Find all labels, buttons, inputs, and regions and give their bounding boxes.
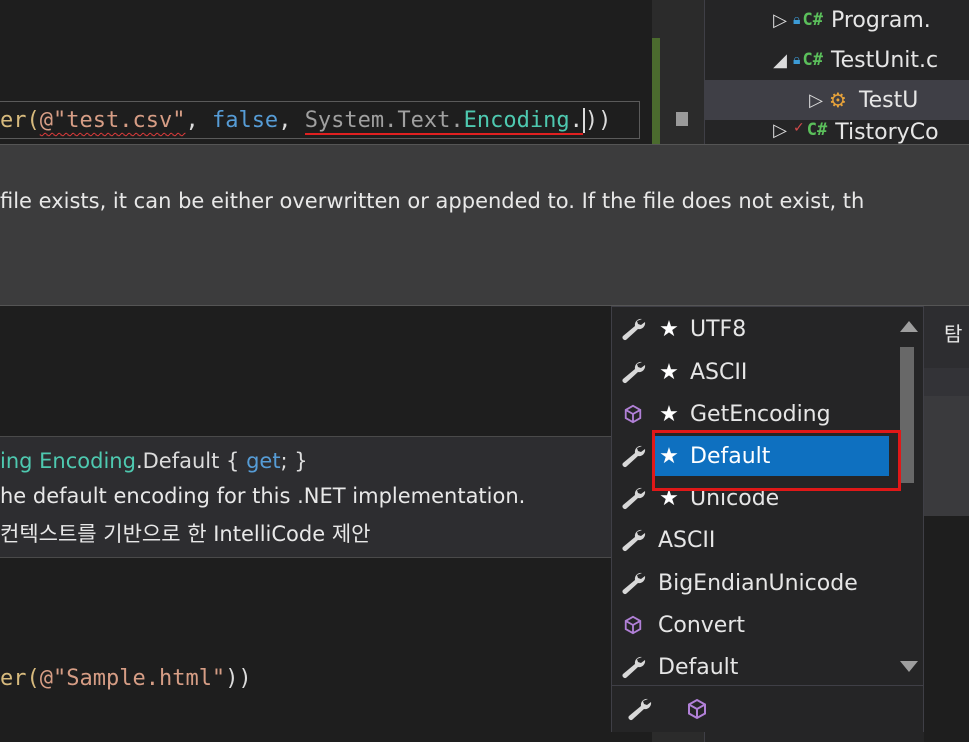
tree-item-label: TistoryCo [835,120,939,144]
scrollbar-thumb[interactable] [676,112,688,126]
code-line-current[interactable]: er(@"test.csv", false, System.Text.Encod… [0,101,640,139]
annotation-highlight-box [652,430,901,491]
lock-icon: 🔒︎ [793,52,801,68]
quick-info-signature: ing Encoding.Default { get; } [0,449,308,473]
csharp-file-icon: C# [806,120,828,140]
signature-help-tooltip: file exists, it can be either overwritte… [0,144,969,306]
wrench-icon [614,359,652,385]
completion-item-label: BigEndianUnicode [658,570,858,596]
intellicode-star-icon: ★ [659,401,679,427]
filter-methods-cube-icon[interactable] [686,698,708,724]
checkmark-icon: ✓ [793,120,805,136]
namespace-system-text: System.Text. [304,108,464,133]
completion-item-getencoding-starred[interactable]: ★ GetEncoding [614,394,889,434]
csharp-file-icon: C# [802,10,823,30]
filter-properties-wrench-icon[interactable] [624,696,654,726]
completion-item-label: UTF8 [690,316,747,342]
change-indicator-bar [652,38,660,144]
scrollbar-thumb[interactable] [900,347,914,483]
panel-title-fragment: 탐 [944,322,963,346]
panel-band [924,516,969,742]
csharp-file-icon: C# [802,50,823,70]
completion-filter-bar [612,685,923,732]
completion-scrollbar[interactable] [895,311,919,683]
quick-info-description: he default encoding for this .NET implem… [0,484,526,508]
completion-item-ascii-starred[interactable]: ★ ASCII [614,352,889,392]
quick-info-intellicode-note: 컨텍스트를 기반으로 한 IntelliCode 제안 [0,522,371,546]
lock-icon: 🔒︎ [793,12,801,28]
panel-band [924,368,969,396]
expand-arrow-icon[interactable]: ▷ [767,120,793,141]
completion-item-label: ASCII [658,527,716,553]
type-encoding: Encoding [463,108,570,133]
completion-item-convert[interactable]: Convert [614,605,889,645]
wrench-icon [614,570,652,596]
quick-info-tooltip: ing Encoding.Default { get; } he default… [0,436,612,558]
completion-item-label: GetEncoding [690,401,831,427]
wrench-icon [614,443,652,469]
completion-item-ascii[interactable]: ASCII [614,520,889,560]
code-line-sample[interactable]: er(@"Sample.html")) [0,666,252,691]
keyword-false: false [211,108,279,133]
wrench-icon [614,316,652,342]
tree-item-testunit[interactable]: ◢ 🔒︎ C# TestUnit.c [705,40,969,80]
completion-item-bigendianunicode[interactable]: BigEndianUnicode [614,563,889,603]
tree-item-tistory[interactable]: ▷ ✓ C# TistoryCo [705,120,969,144]
completion-item-label: Convert [658,612,745,638]
intellisense-completion-list[interactable]: ★ UTF8 ★ ASCII ★ GetEncoding ★ Default ★ Unicode A… [611,306,924,732]
cube-icon [614,615,652,635]
wrench-icon [614,654,652,680]
method-call-fragment: er( [0,108,40,133]
completion-item-default[interactable]: Default [614,647,889,687]
tree-item-program[interactable]: ▷ 🔒︎ C# Program. [705,0,969,40]
code-editor[interactable]: er(@"test.csv", false, System.Text.Encod… [0,0,652,742]
completion-item-utf8-starred[interactable]: ★ UTF8 [614,309,889,349]
tree-item-label: TestU [858,87,919,113]
string-literal-sample-html: @"Sample.html" [39,666,226,691]
collapse-arrow-icon[interactable]: ◢ [767,50,793,71]
completion-item-label: ASCII [690,359,748,385]
right-panel-fragment: 탐 [924,306,969,742]
quick-info-type: Encoding [39,449,136,473]
tree-item-label: TestUnit.c [830,47,939,73]
tree-item-label: Program. [830,7,931,33]
wrench-icon [614,527,652,553]
cube-icon [614,404,652,424]
scroll-down-arrow-icon[interactable] [900,661,918,672]
completion-item-label: Default [658,654,739,680]
tree-item-testu-class[interactable]: ▷ ⚙︎ TestU [705,80,969,120]
panel-band [924,396,969,516]
intellicode-star-icon: ★ [659,316,679,342]
string-literal-test-csv: @"test.csv" [39,108,186,133]
wrench-icon [614,485,652,511]
signature-help-text: file exists, it can be either overwritte… [0,189,865,213]
expand-arrow-icon[interactable]: ▷ [803,90,829,111]
scroll-up-arrow-icon[interactable] [900,321,918,332]
expand-arrow-icon[interactable]: ▷ [767,10,793,31]
intellicode-star-icon: ★ [659,359,679,385]
class-icon: ⚙︎ [829,88,847,112]
